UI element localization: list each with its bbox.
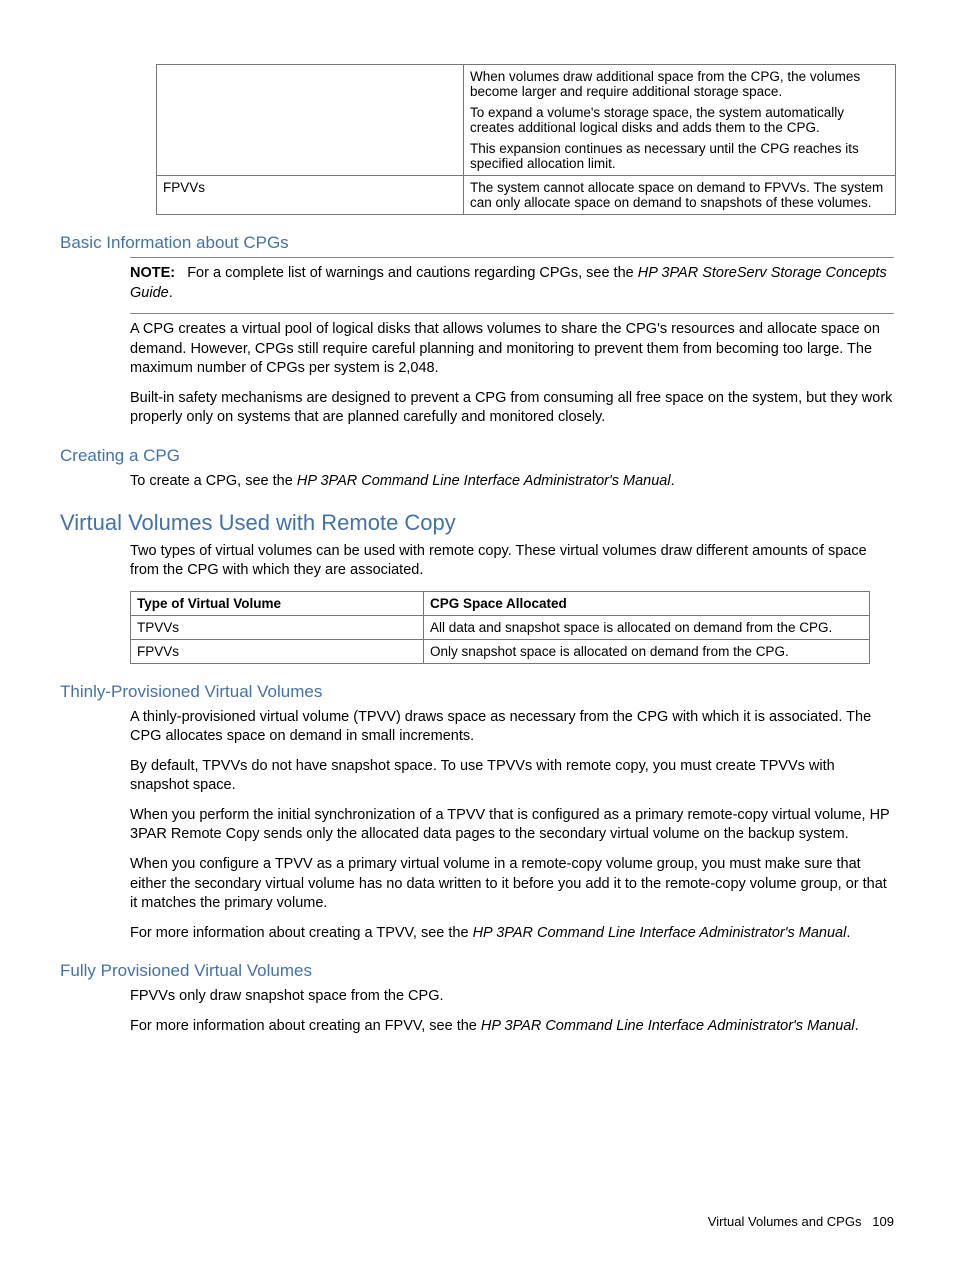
text-italic: HP 3PAR Command Line Interface Administr… [481,1018,855,1034]
text-italic: HP 3PAR Command Line Interface Administr… [297,473,671,489]
cpg-expansion-table: When volumes draw additional space from … [156,64,896,215]
cell-fpvvs: FPVVs [131,639,424,663]
cell-text: This expansion continues as necessary un… [470,141,889,171]
text-post: . [855,1018,859,1034]
cell-tpvvs-desc: All data and snapshot space is allocated… [424,615,870,639]
table-row: When volumes draw additional space from … [157,65,896,176]
note-text-pre: For a complete list of warnings and caut… [187,265,638,281]
body-text: FPVVs only draw snapshot space from the … [130,987,894,1007]
note-label: NOTE: [130,265,175,281]
body-text: To create a CPG, see the HP 3PAR Command… [130,472,894,492]
body-text: A CPG creates a virtual pool of logical … [130,320,894,379]
body-text: When you configure a TPVV as a primary v… [130,855,894,914]
col-header-space: CPG Space Allocated [424,591,870,615]
cell-tpvvs: TPVVs [131,615,424,639]
text-italic: HP 3PAR Command Line Interface Administr… [473,925,847,941]
heading-fpvv: Fully Provisioned Virtual Volumes [60,961,894,981]
cell-text: To expand a volume's storage space, the … [470,105,889,135]
note-text-post: . [169,285,173,301]
body-text: Two types of virtual volumes can be used… [130,542,894,581]
table-row: FPVVs The system cannot allocate space o… [157,176,896,215]
heading-basic-info-cpgs: Basic Information about CPGs [60,233,894,253]
table-row: FPVVs Only snapshot space is allocated o… [131,639,870,663]
heading-tpvv: Thinly-Provisioned Virtual Volumes [60,682,894,702]
body-text: Built-in safety mechanisms are designed … [130,389,894,428]
body-text: By default, TPVVs do not have snapshot s… [130,757,894,796]
note-paragraph: NOTE: For a complete list of warnings an… [130,264,894,303]
cell-empty [157,65,464,176]
table-header-row: Type of Virtual Volume CPG Space Allocat… [131,591,870,615]
table-row: TPVVs All data and snapshot space is all… [131,615,870,639]
cell-fpvvs-label: FPVVs [157,176,464,215]
divider [130,257,894,258]
heading-creating-cpg: Creating a CPG [60,446,894,466]
body-text: A thinly-provisioned virtual volume (TPV… [130,708,894,747]
footer-page-number: 109 [872,1214,894,1229]
body-text: For more information about creating a TP… [130,924,894,944]
page-footer: Virtual Volumes and CPGs 109 [708,1214,894,1229]
text-post: . [671,473,675,489]
body-text: When you perform the initial synchroniza… [130,806,894,845]
text-pre: For more information about creating an F… [130,1018,481,1034]
divider [130,313,894,314]
cell-text: When volumes draw additional space from … [470,69,889,99]
cell-fpvvs-desc: Only snapshot space is allocated on dema… [424,639,870,663]
cell-expansion-desc: When volumes draw additional space from … [464,65,896,176]
text-post: . [846,925,850,941]
text-pre: To create a CPG, see the [130,473,297,489]
body-text: For more information about creating an F… [130,1017,894,1037]
virtual-volume-types-table: Type of Virtual Volume CPG Space Allocat… [130,591,870,664]
cell-fpvvs-desc: The system cannot allocate space on dema… [464,176,896,215]
heading-virtual-volumes-remote-copy: Virtual Volumes Used with Remote Copy [60,510,894,536]
text-pre: For more information about creating a TP… [130,925,473,941]
footer-section: Virtual Volumes and CPGs [708,1214,862,1229]
col-header-type: Type of Virtual Volume [131,591,424,615]
